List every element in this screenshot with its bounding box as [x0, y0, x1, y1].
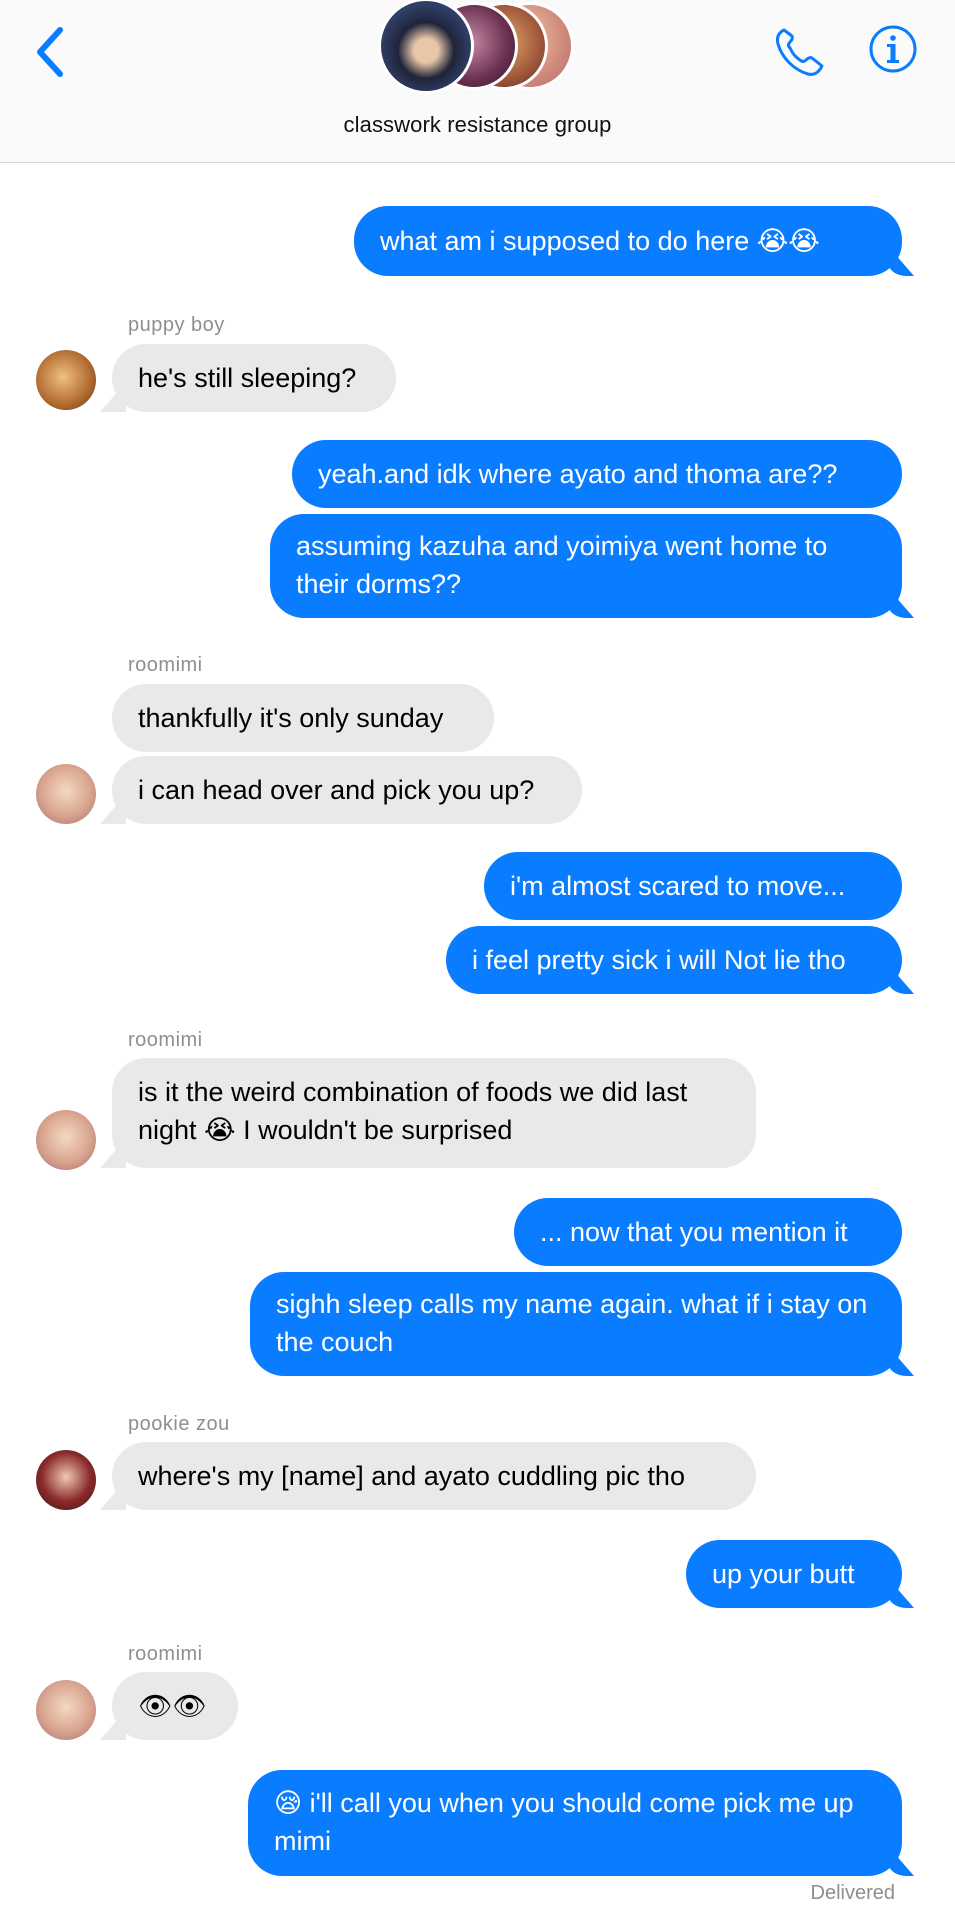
sender-name: roomimi — [128, 1029, 203, 1051]
avatar — [378, 0, 474, 94]
avatar[interactable] — [36, 764, 96, 824]
incoming-message[interactable]: 👁👁 — [112, 1672, 238, 1740]
outgoing-message[interactable]: up your butt — [686, 1540, 902, 1608]
outgoing-message[interactable]: what am i supposed to do here 😭😭 — [354, 206, 902, 276]
delivered-status: Delivered — [810, 1882, 895, 1904]
phone-icon[interactable] — [772, 24, 826, 78]
outgoing-message[interactable]: 😪 i'll call you when you should come pic… — [248, 1770, 902, 1876]
sender-name: roomimi — [128, 654, 203, 676]
outgoing-message[interactable]: i feel pretty sick i will Not lie tho — [446, 926, 902, 994]
chat-header: classwork resistance group — [0, 0, 955, 163]
outgoing-message[interactable]: sighh sleep calls my name again. what if… — [250, 1272, 902, 1376]
sender-name: puppy boy — [128, 314, 225, 336]
outgoing-message[interactable]: assuming kazuha and yoimiya went home to… — [270, 514, 902, 618]
incoming-message[interactable]: i can head over and pick you up? — [112, 756, 582, 824]
avatar[interactable] — [36, 1450, 96, 1510]
info-icon[interactable] — [868, 24, 918, 74]
group-title[interactable]: classwork resistance group — [0, 112, 955, 138]
avatar[interactable] — [36, 350, 96, 410]
sender-name: pookie zou — [128, 1413, 230, 1435]
avatar[interactable] — [36, 1110, 96, 1170]
incoming-message[interactable]: is it the weird combination of foods we … — [112, 1058, 756, 1168]
incoming-message[interactable]: where's my [name] and ayato cuddling pic… — [112, 1442, 756, 1510]
sender-name: roomimi — [128, 1643, 203, 1665]
outgoing-message[interactable]: i'm almost scared to move... — [484, 852, 902, 920]
outgoing-message[interactable]: ... now that you mention it — [514, 1198, 902, 1266]
outgoing-message[interactable]: yeah.and idk where ayato and thoma are?? — [292, 440, 902, 508]
incoming-message[interactable]: thankfully it's only sunday — [112, 684, 494, 752]
incoming-message[interactable]: he's still sleeping? — [112, 344, 396, 412]
chevron-left-icon[interactable] — [30, 22, 70, 82]
group-avatars[interactable] — [378, 0, 588, 94]
avatar[interactable] — [36, 1680, 96, 1740]
